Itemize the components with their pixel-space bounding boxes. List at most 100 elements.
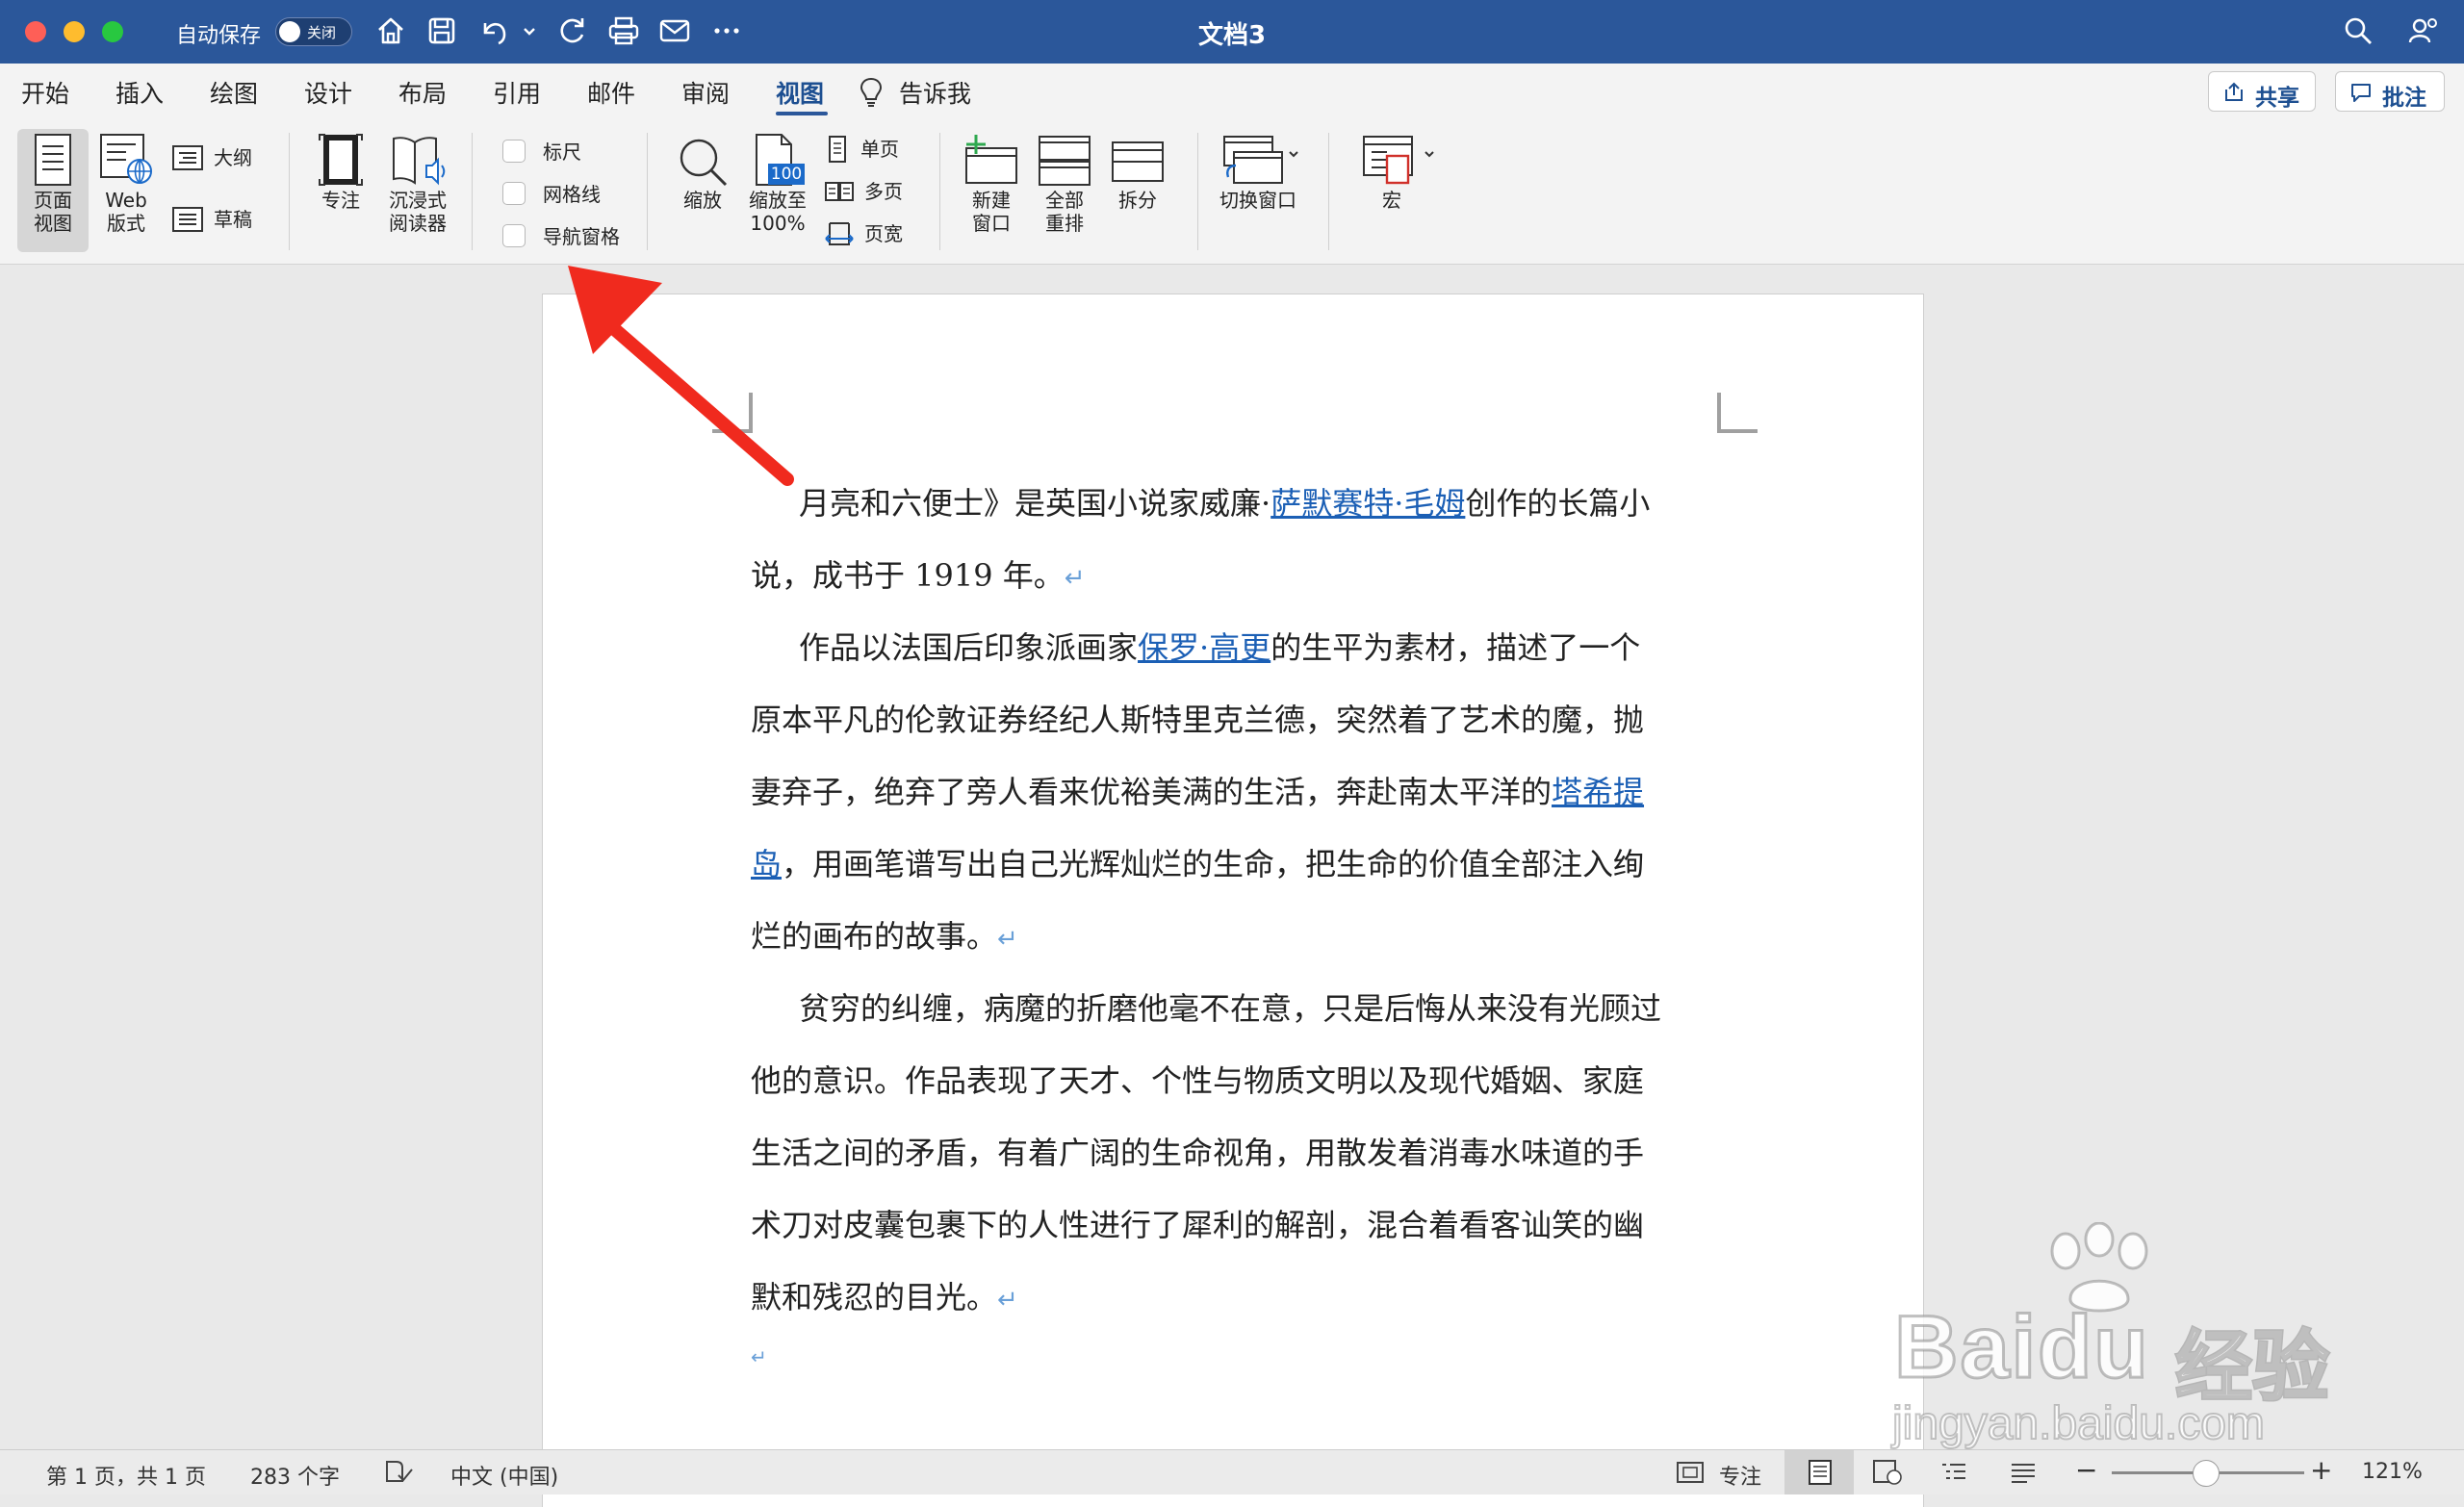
- tell-me-search[interactable]: 告诉我: [899, 75, 971, 110]
- ribbon-view: 页面 视图 Web 版式 大纲 草稿 专注 沉浸式 阅读器 标尺 网格线 导航窗…: [0, 119, 2464, 265]
- tab-design[interactable]: 设计: [304, 75, 352, 110]
- document-title: 文档3: [1197, 21, 1267, 50]
- tab-layout[interactable]: 布局: [398, 75, 447, 110]
- gridlines-checkbox-box[interactable]: [502, 181, 526, 205]
- undo-dropdown-chevron-down-icon[interactable]: [520, 13, 539, 48]
- gridlines-label: 网格线: [543, 183, 601, 206]
- ruler-checkbox[interactable]: 标尺: [502, 137, 581, 165]
- save-icon[interactable]: [424, 13, 459, 48]
- tab-home[interactable]: 开始: [21, 75, 69, 110]
- redo-icon[interactable]: [554, 13, 589, 48]
- print-icon[interactable]: [606, 13, 641, 48]
- paragraph-3-line-3: 生活之间的矛盾，有着广阔的生命视角，用散发着消毒水味道的手: [751, 1135, 1645, 1171]
- zoom-in-button[interactable]: +: [2310, 1454, 2332, 1486]
- annotation-arrow-icon: [568, 266, 794, 486]
- focus-button[interactable]: 专注: [306, 133, 375, 212]
- account-icon[interactable]: [2406, 13, 2441, 48]
- navigation-pane-checkbox-box[interactable]: [502, 223, 526, 247]
- mail-icon[interactable]: [657, 13, 692, 48]
- web-layout-view-icon[interactable]: [1871, 1458, 1904, 1493]
- ribbon-separator: [289, 133, 290, 250]
- switch-windows-button[interactable]: 切换窗口: [1209, 133, 1307, 212]
- tab-view[interactable]: 视图: [776, 75, 824, 110]
- gridlines-checkbox[interactable]: 网格线: [502, 179, 601, 207]
- autosave-toggle[interactable]: 关闭: [275, 17, 352, 46]
- paragraph-3-line-4: 术刀对皮囊包裹下的人性进行了犀利的解剖，混合着看客讪笑的幽: [751, 1207, 1645, 1243]
- link-tahiti[interactable]: 塔希提: [1552, 774, 1644, 810]
- title-bar: 自动保存 关闭 文档3: [0, 0, 2464, 64]
- focus-status[interactable]: 专注: [1719, 1460, 1761, 1491]
- page-view-button[interactable]: 页面 视图: [17, 133, 89, 235]
- tab-insert[interactable]: 插入: [116, 75, 164, 110]
- search-icon[interactable]: [2341, 13, 2375, 48]
- paragraph-mark: ↵: [997, 925, 1018, 954]
- home-icon[interactable]: [373, 13, 408, 48]
- split-label: 拆分: [1118, 189, 1157, 212]
- tab-review[interactable]: 审阅: [681, 75, 730, 110]
- link-maugham[interactable]: 萨默赛特·毛姆: [1270, 485, 1465, 522]
- page-count[interactable]: 第 1 页，共 1 页: [46, 1460, 206, 1491]
- zoom-window-button[interactable]: [102, 21, 123, 42]
- switch-windows-label: 切换窗口: [1219, 189, 1296, 212]
- immersive-reader-label: 沉浸式 阅读器: [389, 189, 447, 235]
- page-width-button[interactable]: 页宽: [824, 219, 903, 248]
- outline-button[interactable]: 大纲: [171, 144, 252, 171]
- crop-mark-top-right: [1717, 393, 1758, 433]
- zoom-level[interactable]: 121%: [2362, 1460, 2423, 1484]
- web-layout-button[interactable]: Web 版式: [92, 133, 160, 235]
- word-count[interactable]: 283 个字: [250, 1460, 340, 1491]
- zoom-button[interactable]: 缩放: [668, 135, 737, 212]
- lightbulb-icon[interactable]: [857, 75, 886, 114]
- outline-view-icon[interactable]: [1938, 1458, 1969, 1493]
- immersive-reader-button[interactable]: 沉浸式 阅读器: [379, 133, 456, 235]
- language-status[interactable]: 中文 (中国): [450, 1460, 558, 1491]
- link-tahiti-cont[interactable]: 岛: [751, 846, 782, 882]
- arrange-all-button[interactable]: 全部 重排: [1026, 133, 1103, 235]
- new-window-label: 新建 窗口: [972, 189, 1011, 235]
- new-window-button[interactable]: 新建 窗口: [953, 133, 1030, 235]
- tab-mailings[interactable]: 邮件: [587, 75, 635, 110]
- zoom-100-icon: 100: [749, 133, 807, 189]
- autosave-label: 自动保存: [176, 24, 262, 48]
- more-icon[interactable]: [709, 13, 744, 48]
- paragraph-1-line-2: 说，成书于 1919 年。↵: [751, 557, 1086, 594]
- paragraph-2-line-3: 妻弃子，绝弃了旁人看来优裕美满的生活，奔赴南太平洋的塔希提: [751, 774, 1645, 810]
- tab-references[interactable]: 引用: [493, 75, 541, 110]
- share-label: 共享: [2255, 86, 2299, 111]
- undo-icon[interactable]: [475, 13, 510, 48]
- navigation-pane-checkbox[interactable]: 导航窗格: [502, 221, 620, 249]
- draft-label: 草稿: [214, 208, 252, 231]
- baidu-watermark: Baidu 经验 jingyan.baidu.com: [1886, 1222, 2339, 1453]
- share-button[interactable]: 共享: [2208, 71, 2316, 112]
- proofing-icon[interactable]: [383, 1458, 414, 1491]
- zoom-out-button[interactable]: −: [2075, 1454, 2097, 1486]
- page-view-icon: [35, 134, 71, 186]
- status-bar: 第 1 页，共 1 页 283 个字 中文 (中国) 专注 − + 121%: [0, 1449, 2464, 1494]
- paragraph-3-line-1: 贫穷的纠缠，病魔的折磨他毫不在意，只是后悔从来没有光顾过: [799, 990, 1662, 1027]
- macros-button[interactable]: 宏: [1344, 133, 1440, 212]
- focus-mode-icon[interactable]: [1675, 1459, 1706, 1492]
- magnifier-icon: [680, 139, 728, 187]
- print-layout-view-icon[interactable]: [1806, 1458, 1835, 1493]
- link-gauguin[interactable]: 保罗·高更: [1138, 629, 1270, 666]
- paragraph-2-line-2: 原本平凡的伦敦证券经纪人斯特里克兰德，突然着了艺术的魔，抛: [751, 702, 1645, 738]
- draft-view-icon[interactable]: [2008, 1458, 2039, 1493]
- comments-label: 批注: [2382, 86, 2426, 111]
- multiple-pages-button[interactable]: 多页: [824, 177, 903, 206]
- active-tab-indicator: [776, 112, 828, 115]
- draft-button[interactable]: 草稿: [171, 206, 252, 233]
- page-width-icon: [825, 222, 854, 245]
- one-page-button[interactable]: 单页: [824, 135, 899, 164]
- close-window-button[interactable]: [25, 21, 46, 42]
- split-icon: [1112, 141, 1164, 182]
- zoom-slider-handle[interactable]: [2193, 1460, 2220, 1487]
- minimize-window-button[interactable]: [64, 21, 85, 42]
- tab-draw[interactable]: 绘图: [210, 75, 258, 110]
- zoom-100-button[interactable]: 100 缩放至 100%: [741, 133, 814, 235]
- ruler-checkbox-box[interactable]: [502, 139, 526, 163]
- split-button[interactable]: 拆分: [1099, 133, 1176, 212]
- document-body[interactable]: 月亮和六便士》是英国小说家威廉·萨默赛特·毛姆创作的长篇小 说，成书于 1919…: [751, 468, 1713, 1372]
- page-view-label: 页面 视图: [34, 189, 72, 235]
- comments-button[interactable]: 批注: [2335, 71, 2445, 112]
- comment-icon: [2351, 84, 2371, 102]
